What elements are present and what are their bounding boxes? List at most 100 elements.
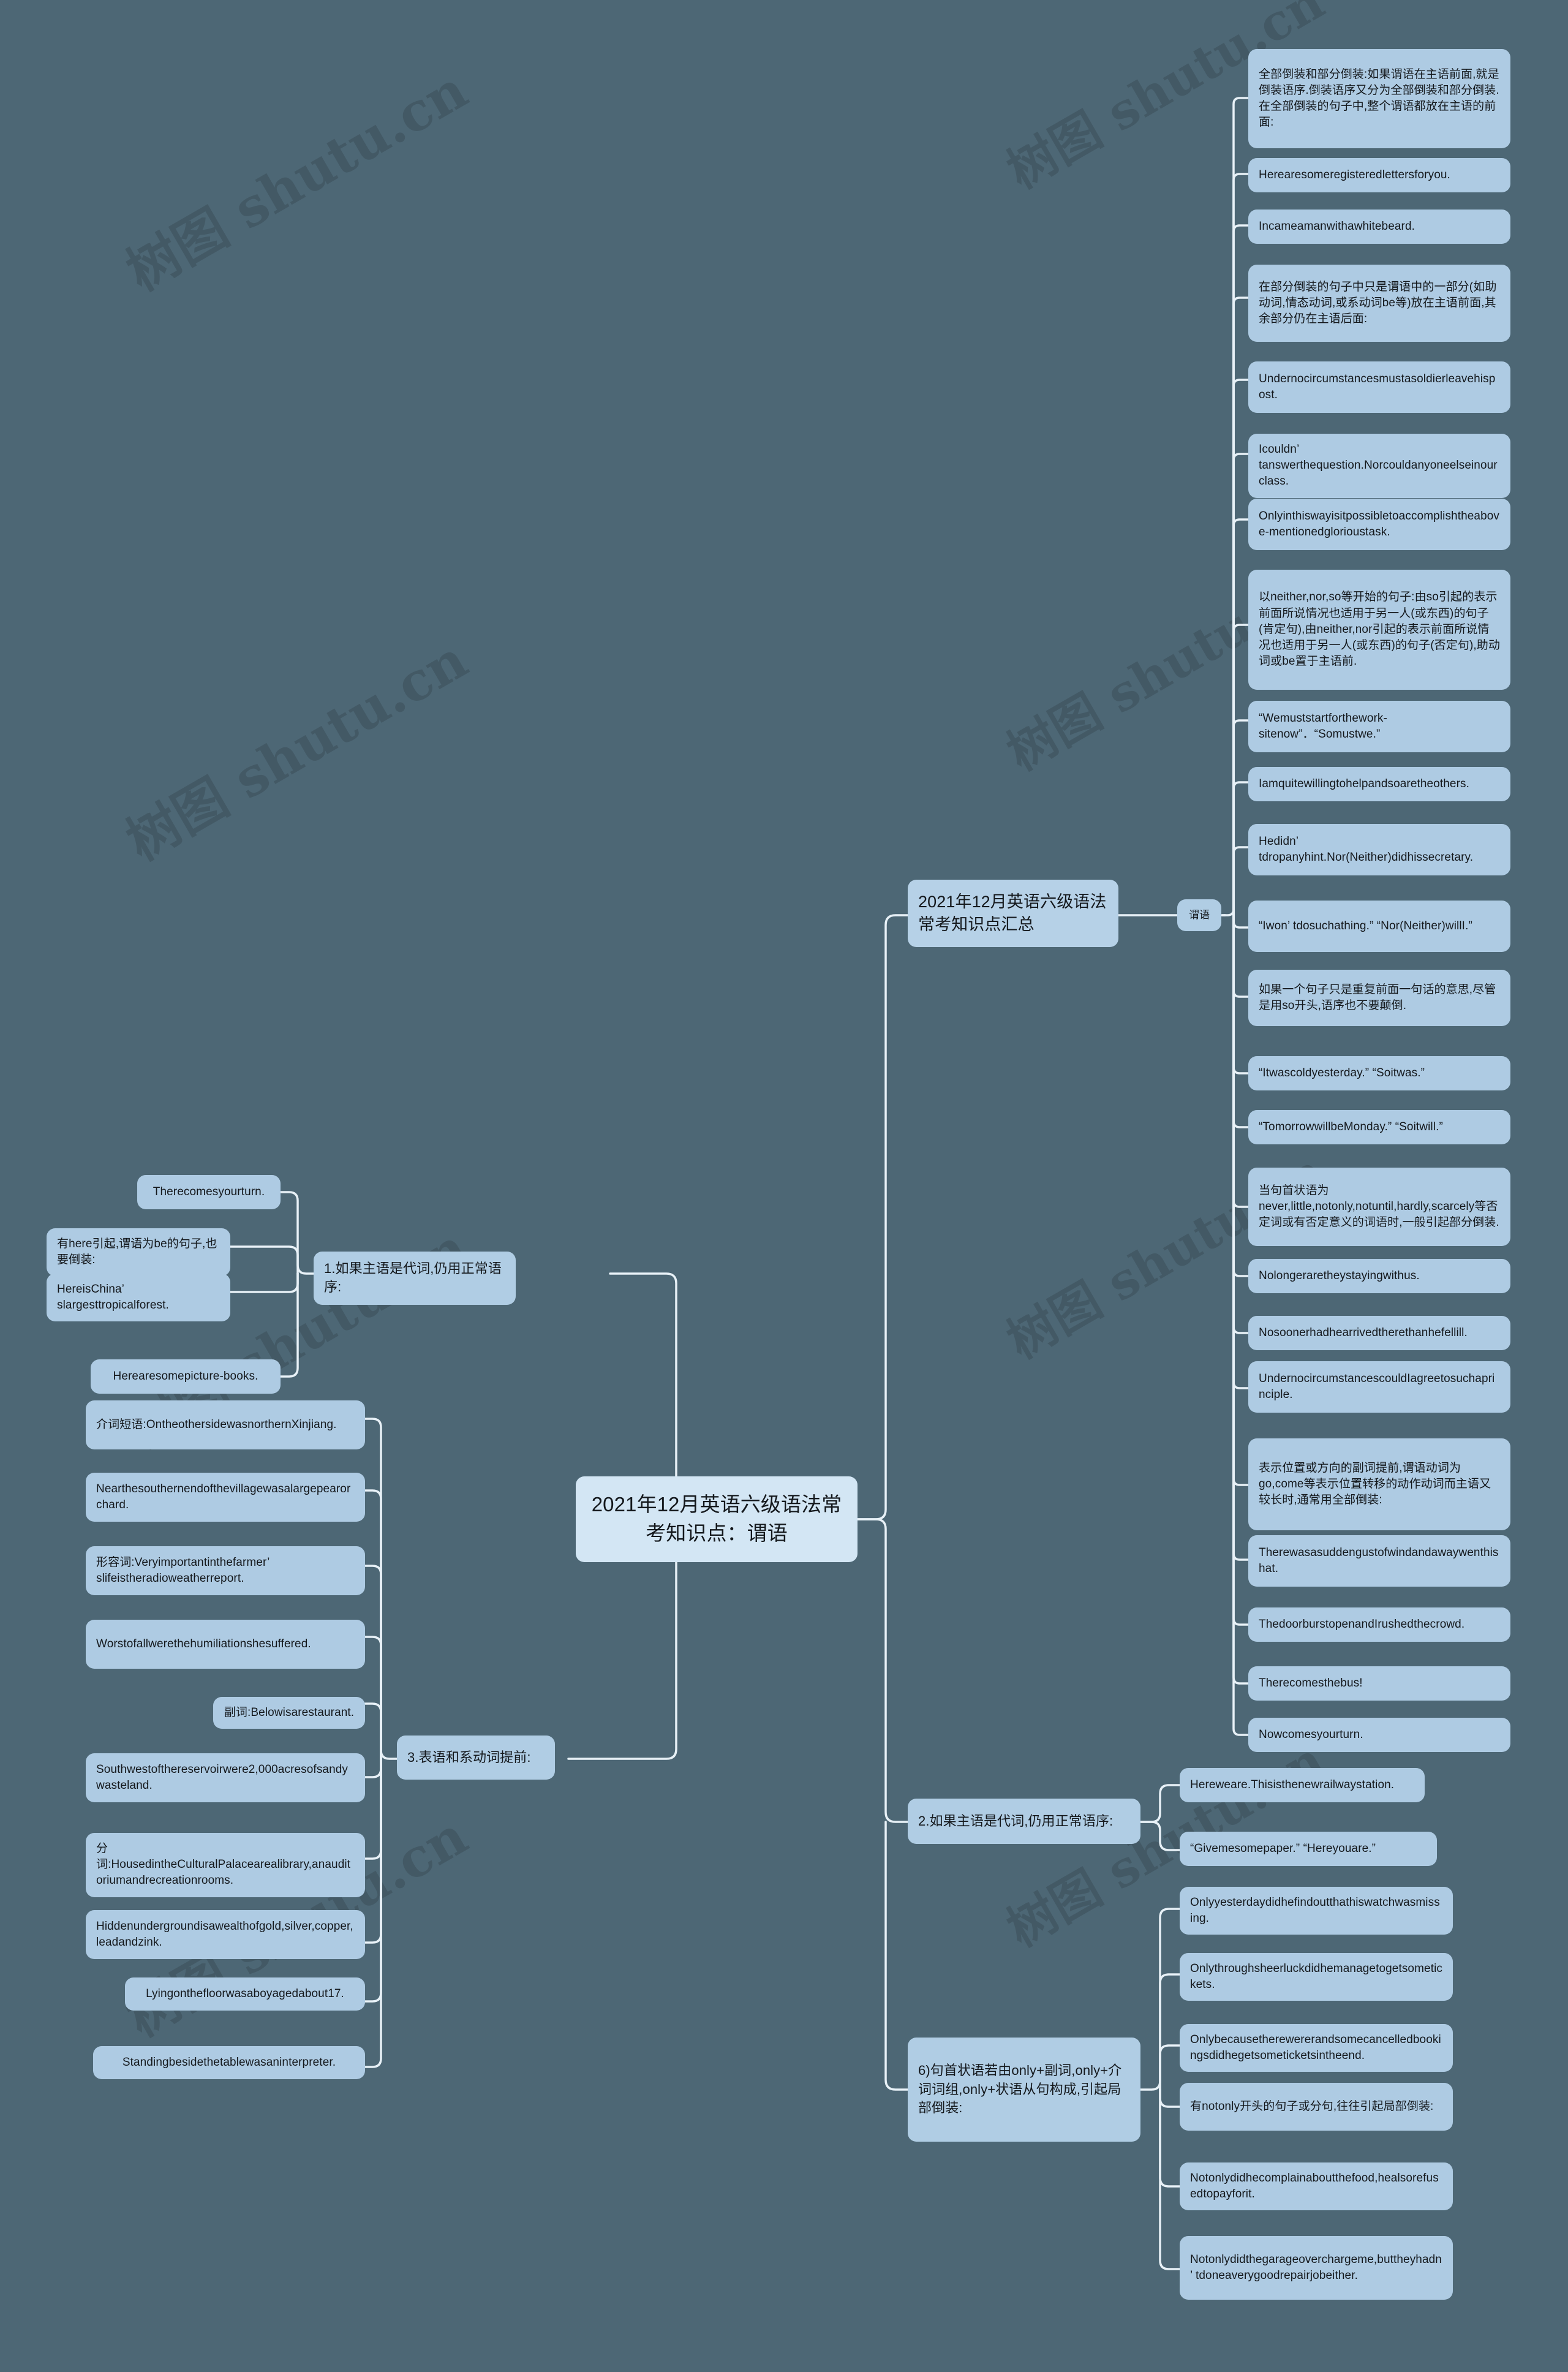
leaf-node[interactable]: Therewasasuddengustofwindandawaywenthish…: [1248, 1535, 1510, 1587]
leaf-node-label: Therecomesthebus!: [1259, 1676, 1363, 1690]
leaf-node[interactable]: 分词:HousedintheCulturalPalacearealibrary,…: [86, 1833, 365, 1897]
leaf-node[interactable]: “Wemuststartforthework-sitenow”．“Somustw…: [1248, 701, 1510, 752]
leaf-node[interactable]: Onlythroughsheerluckdidhemanagetogetsome…: [1180, 1953, 1453, 2001]
leaf-node[interactable]: UndernocircumstancescouldIagreetosuchapr…: [1248, 1361, 1510, 1413]
leaf-node[interactable]: Notonlydidthegarageoverchargeme,buttheyh…: [1180, 2236, 1453, 2300]
mindmap-canvas: 树图 shutu.cn 树图 shutu.cn 树图 shutu.cn 树图 s…: [0, 0, 1568, 2372]
leaf-node[interactable]: 介词短语:OntheothersidewasnorthernXinjiang.: [86, 1400, 365, 1449]
leaf-node-label: “Itwascoldyesterday.” “Soitwas.”: [1259, 1066, 1425, 1079]
leaf-node-label: Nowcomesyourturn.: [1259, 1728, 1363, 1741]
leaf-node-label: Iamquitewillingtohelpandsoaretheothers.: [1259, 777, 1470, 790]
leaf-node[interactable]: “Itwascoldyesterday.” “Soitwas.”: [1248, 1056, 1510, 1090]
leaf-node-label: Southwestofthereservoirwere2,000acresofs…: [96, 1762, 349, 1792]
leaf-node[interactable]: Herearesomepicture-books.: [91, 1359, 281, 1394]
leaf-node[interactable]: Hedidn’ tdropanyhint.Nor(Neither)didhiss…: [1248, 824, 1510, 875]
branch-node-3[interactable]: 3.表语和系动词提前:: [397, 1736, 555, 1780]
leaf-node[interactable]: Lyingonthefloorwasaboyagedabout17.: [125, 1977, 365, 2011]
leaf-node[interactable]: Iamquitewillingtohelpandsoaretheothers.: [1248, 767, 1510, 801]
leaf-node-label: Hereweare.Thisisthenewrailwaystation.: [1190, 1778, 1395, 1791]
leaf-node-label: 全部倒装和部分倒装:如果谓语在主语前面,就是倒装语序.倒装语序又分为全部倒装和部…: [1259, 67, 1499, 129]
leaf-node-label: Worstofallwerethehumiliationshesuffered.: [96, 1637, 311, 1650]
branch-node-6-label: 6)句首状语若由only+副词,only+介词词组,only+状语从句构成,引起…: [918, 2063, 1122, 2116]
leaf-node[interactable]: 副词:Belowisarestaurant.: [213, 1697, 365, 1729]
leaf-node[interactable]: Nowcomesyourturn.: [1248, 1718, 1510, 1752]
leaf-node[interactable]: Hiddenundergroundisawealthofgold,silver,…: [86, 1910, 365, 1959]
leaf-node[interactable]: “Iwon’ tdosuchathing.” “Nor(Neither)will…: [1248, 901, 1510, 952]
leaf-node[interactable]: “Givemesomepaper.” “Hereyouare.”: [1180, 1832, 1437, 1866]
leaf-node-label: Onlyinthiswayisitpossibletoaccomplishthe…: [1259, 509, 1500, 538]
leaf-node[interactable]: 当句首状语为never,little,notonly,notuntil,hard…: [1248, 1168, 1510, 1246]
leaf-node-label: HereisChina’ slargesttropicalforest.: [57, 1283, 169, 1312]
leaf-node[interactable]: Onlyyesterdaydidhefindoutthathiswatchwas…: [1180, 1887, 1453, 1935]
leaf-node[interactable]: Onlyinthiswayisitpossibletoaccomplishthe…: [1248, 499, 1510, 550]
leaf-node-label: 以neither,nor,so等开始的句子:由so引起的表示前面所说情况也适用于…: [1259, 591, 1500, 668]
leaf-node[interactable]: Therecomesthebus!: [1248, 1666, 1510, 1701]
leaf-node[interactable]: Therecomesyourturn.: [137, 1175, 281, 1209]
leaf-node-label: 介词短语:OntheothersidewasnorthernXinjiang.: [96, 1418, 337, 1431]
leaf-node-label: “Givemesomepaper.” “Hereyouare.”: [1190, 1841, 1376, 1855]
leaf-node-label: Undernocircumstancesmustasoldierleavehis…: [1259, 372, 1496, 401]
leaf-node-label: Therewasasuddengustofwindandawaywenthish…: [1259, 1546, 1499, 1575]
leaf-node-label: 分词:HousedintheCulturalPalacearealibrary,…: [96, 1842, 351, 1887]
leaf-node-label: Icouldn’ tanswerthequestion.Norcouldanyo…: [1259, 443, 1498, 488]
branch-node-1[interactable]: 1.如果主语是代词,仍用正常语序:: [314, 1252, 516, 1305]
leaf-node-label: Onlyyesterdaydidhefindoutthathiswatchwas…: [1190, 1896, 1440, 1925]
leaf-node[interactable]: Notonlydidhecomplainaboutthefood,healsor…: [1180, 2162, 1453, 2211]
leaf-node[interactable]: 有notonly开头的句子或分句,往往引起局部倒装:: [1180, 2083, 1453, 2131]
leaf-node-label: “Wemuststartforthework-sitenow”．“Somustw…: [1259, 711, 1387, 741]
topic-node-predicate[interactable]: 谓语: [1177, 899, 1221, 931]
root-node[interactable]: 2021年12月英语六级语法常考知识点：谓语: [576, 1476, 858, 1562]
leaf-node-label: Standingbesidethetablewasaninterpreter.: [122, 2055, 336, 2069]
leaf-node[interactable]: “TomorrowwillbeMonday.” “Soitwill.”: [1248, 1110, 1510, 1144]
leaf-node[interactable]: Icouldn’ tanswerthequestion.Norcouldanyo…: [1248, 434, 1510, 498]
leaf-node-label: UndernocircumstancescouldIagreetosuchapr…: [1259, 1372, 1495, 1401]
leaf-node-label: Nearthesouthernendofthevillagewasalargep…: [96, 1482, 351, 1511]
leaf-node-label: Notonlydidthegarageoverchargeme,buttheyh…: [1190, 2253, 1442, 2282]
topic-node-predicate-label: 谓语: [1188, 909, 1210, 921]
leaf-node-label: 在部分倒装的句子中只是谓语中的一部分(如助动词,情态动词,或系动词be等)放在主…: [1259, 280, 1497, 326]
leaf-node-label: Incameamanwithawhitebeard.: [1259, 219, 1415, 233]
leaf-node-label: Therecomesyourturn.: [153, 1185, 265, 1198]
leaf-node-label: Hiddenundergroundisawealthofgold,silver,…: [96, 1919, 353, 1949]
leaf-node[interactable]: Herearesomeregisteredlettersforyou.: [1248, 158, 1510, 192]
branch-node-3-label: 3.表语和系动词提前:: [407, 1749, 531, 1765]
leaf-node-label: 当句首状语为never,little,notonly,notuntil,hard…: [1259, 1184, 1499, 1229]
leaf-node[interactable]: Hereweare.Thisisthenewrailwaystation.: [1180, 1768, 1425, 1802]
leaf-node-label: Notonlydidhecomplainaboutthefood,healsor…: [1190, 2172, 1439, 2201]
topic-node-summary-label: 2021年12月英语六级语法常考知识点汇总: [918, 892, 1107, 934]
leaf-node[interactable]: Southwestofthereservoirwere2,000acresofs…: [86, 1753, 365, 1802]
leaf-node[interactable]: 表示位置或方向的副词提前,谓语动词为go,come等表示位置转移的动作动词而主语…: [1248, 1438, 1510, 1530]
watermark: 树图 shutu.cn: [116, 59, 478, 303]
leaf-node-label: Herearesomeregisteredlettersforyou.: [1259, 168, 1450, 181]
leaf-node-label: 副词:Belowisarestaurant.: [224, 1706, 355, 1719]
leaf-node-label: ThedoorburstopenandIrushedthecrowd.: [1259, 1617, 1465, 1631]
leaf-node[interactable]: ThedoorburstopenandIrushedthecrowd.: [1248, 1607, 1510, 1642]
leaf-node-label: Nolongeraretheystayingwithus.: [1259, 1269, 1420, 1282]
leaf-node[interactable]: 以neither,nor,so等开始的句子:由so引起的表示前面所说情况也适用于…: [1248, 570, 1510, 690]
leaf-node[interactable]: Undernocircumstancesmustasoldierleavehis…: [1248, 361, 1510, 413]
leaf-node[interactable]: Incameamanwithawhitebeard.: [1248, 210, 1510, 244]
leaf-node-label: 有here引起,谓语为be的句子,也要倒装:: [57, 1237, 217, 1267]
leaf-node[interactable]: Nolongeraretheystayingwithus.: [1248, 1259, 1510, 1293]
leaf-node[interactable]: Worstofallwerethehumiliationshesuffered.: [86, 1620, 365, 1669]
leaf-node-label: Nosoonerhadhearrivedtherethanhefellill.: [1259, 1326, 1468, 1339]
leaf-node[interactable]: HereisChina’ slargesttropicalforest.: [47, 1274, 230, 1322]
leaf-node[interactable]: 在部分倒装的句子中只是谓语中的一部分(如助动词,情态动词,或系动词be等)放在主…: [1248, 265, 1510, 342]
leaf-node[interactable]: Nearthesouthernendofthevillagewasalargep…: [86, 1473, 365, 1522]
leaf-node[interactable]: 如果一个句子只是重复前面一句话的意思,尽管是用so开头,语序也不要颠倒.: [1248, 970, 1510, 1026]
leaf-node[interactable]: Standingbesidethetablewasaninterpreter.: [93, 2046, 365, 2079]
branch-node-6[interactable]: 6)句首状语若由only+副词,only+介词词组,only+状语从句构成,引起…: [908, 2038, 1140, 2142]
leaf-node-label: Hedidn’ tdropanyhint.Nor(Neither)didhiss…: [1259, 834, 1474, 864]
leaf-node[interactable]: Onlybecausetherewererandsomecancelledboo…: [1180, 2024, 1453, 2072]
leaf-node[interactable]: Nosoonerhadhearrivedtherethanhefellill.: [1248, 1316, 1510, 1350]
watermark: 树图 shutu.cn: [116, 629, 478, 873]
leaf-node[interactable]: 形容词:Veryimportantinthefarmer’ slifeisthe…: [86, 1546, 365, 1595]
topic-node-summary[interactable]: 2021年12月英语六级语法常考知识点汇总: [908, 880, 1118, 947]
leaf-node[interactable]: 有here引起,谓语为be的句子,也要倒装:: [47, 1228, 230, 1277]
leaf-node-label: “Iwon’ tdosuchathing.” “Nor(Neither)will…: [1259, 919, 1472, 932]
leaf-node[interactable]: 全部倒装和部分倒装:如果谓语在主语前面,就是倒装语序.倒装语序又分为全部倒装和部…: [1248, 49, 1510, 148]
leaf-node-label: Onlythroughsheerluckdidhemanagetogetsome…: [1190, 1962, 1442, 1992]
leaf-node-label: “TomorrowwillbeMonday.” “Soitwill.”: [1259, 1120, 1443, 1133]
leaf-node-label: Herearesomepicture-books.: [113, 1369, 258, 1383]
branch-node-2[interactable]: 2.如果主语是代词,仍用正常语序:: [908, 1799, 1140, 1844]
